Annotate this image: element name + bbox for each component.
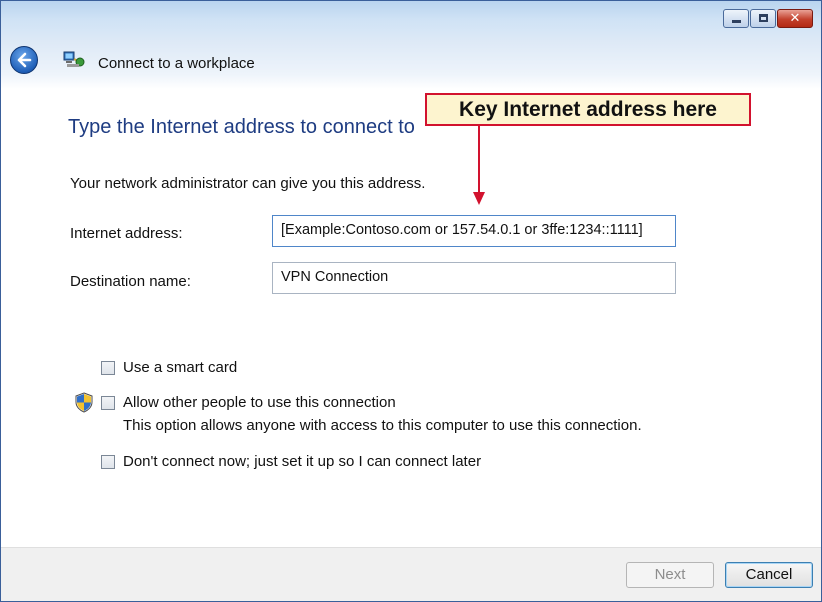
- smart-card-option[interactable]: Use a smart card: [101, 359, 237, 376]
- title-bar: ✕: [1, 1, 821, 41]
- smart-card-label: Use a smart card: [123, 359, 238, 376]
- caption-buttons: ✕: [722, 9, 813, 28]
- network-connection-icon: [63, 51, 85, 67]
- connect-later-option[interactable]: Don't connect now; just set it up so I c…: [101, 453, 481, 470]
- allow-others-checkbox[interactable]: [101, 395, 115, 410]
- minimize-icon: [732, 20, 741, 23]
- next-button[interactable]: Next: [626, 562, 714, 588]
- maximize-button[interactable]: [750, 9, 776, 28]
- cancel-button[interactable]: Cancel: [725, 562, 813, 588]
- connect-later-label: Don't connect now; just set it up so I c…: [123, 453, 482, 470]
- internet-address-value: [Example:Contoso.com or 157.54.0.1 or 3f…: [281, 222, 643, 238]
- allow-others-option[interactable]: Allow other people to use this connectio…: [101, 394, 396, 411]
- destination-name-input[interactable]: VPN Connection: [272, 262, 676, 294]
- wizard-footer: Next Cancel: [1, 547, 821, 601]
- minimize-button[interactable]: [723, 9, 749, 28]
- destination-name-value: VPN Connection: [281, 269, 389, 285]
- uac-shield-icon: [75, 392, 93, 413]
- intro-text: Your network administrator can give you …: [70, 175, 426, 192]
- wizard-window: ✕ Connect to a workplace Type the Intern…: [0, 0, 822, 602]
- maximize-icon: [759, 14, 768, 22]
- navigation-bar: Connect to a workplace: [1, 41, 821, 89]
- annotation-callout: Key Internet address here: [425, 93, 751, 126]
- close-icon: ✕: [789, 11, 801, 26]
- wizard-title: Connect to a workplace: [98, 55, 255, 72]
- destination-name-label: Destination name:: [70, 273, 191, 290]
- connect-later-checkbox[interactable]: [101, 454, 115, 469]
- close-button[interactable]: ✕: [777, 9, 813, 28]
- back-button[interactable]: [10, 46, 38, 74]
- back-arrow-icon: [17, 52, 32, 68]
- internet-address-input[interactable]: [Example:Contoso.com or 157.54.0.1 or 3f…: [272, 215, 676, 247]
- page-heading: Type the Internet address to connect to: [68, 116, 415, 138]
- annotation-arrow-icon: [473, 126, 485, 205]
- smart-card-checkbox[interactable]: [101, 360, 115, 375]
- allow-others-label: Allow other people to use this connectio…: [123, 394, 396, 411]
- annotation-callout-text: Key Internet address here: [459, 98, 717, 121]
- allow-others-note: This option allows anyone with access to…: [123, 417, 642, 434]
- internet-address-label: Internet address:: [70, 225, 183, 242]
